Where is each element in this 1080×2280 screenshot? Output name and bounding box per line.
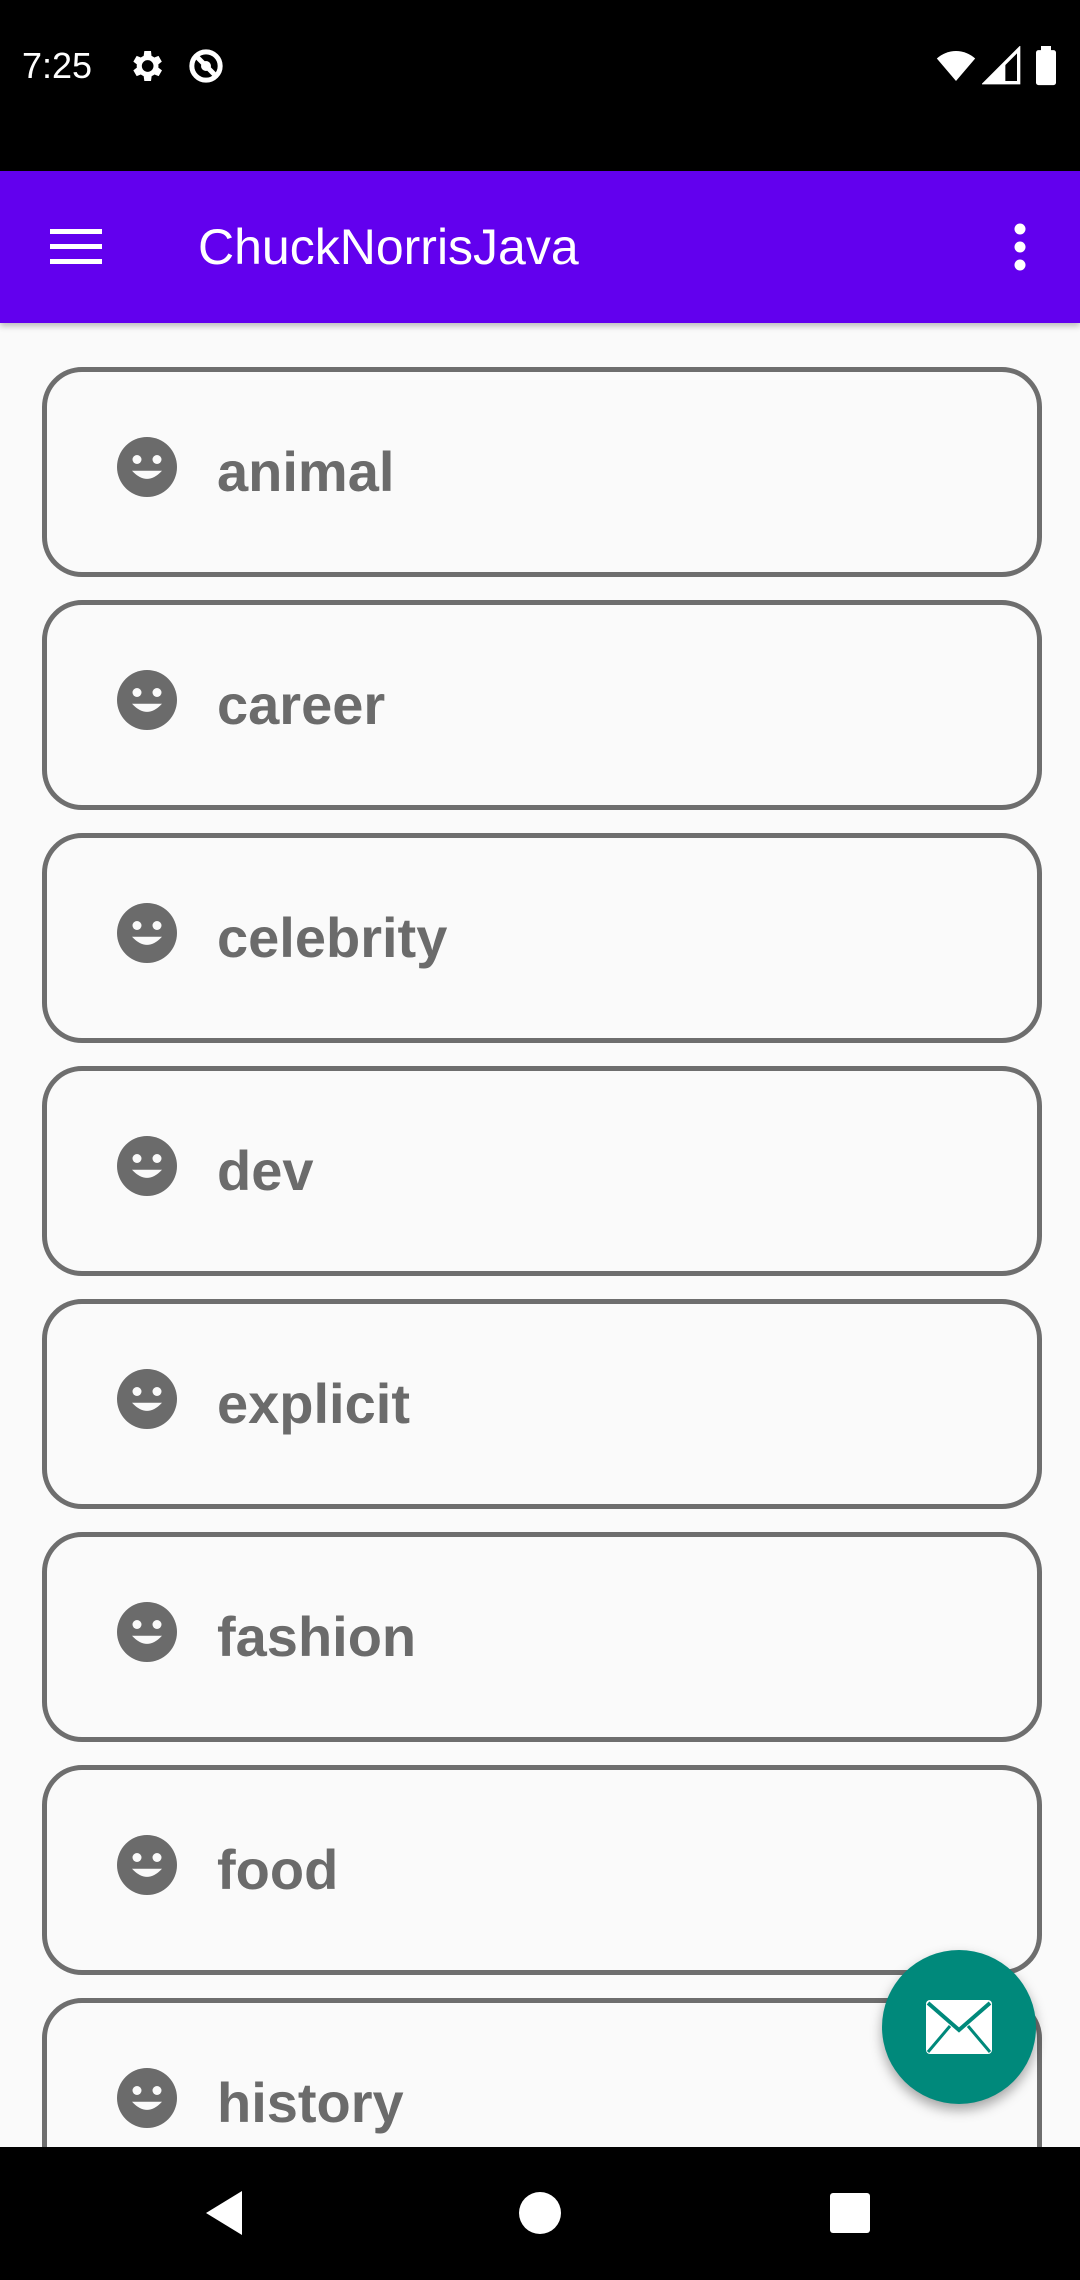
smiley-icon — [117, 1602, 177, 1662]
category-card-fashion[interactable]: fashion — [42, 1532, 1042, 1742]
data-saver-icon — [189, 49, 223, 83]
hamburger-menu-icon — [50, 229, 102, 264]
home-icon[interactable] — [500, 2173, 580, 2253]
category-label: history — [217, 2071, 404, 2134]
navigation-menu-button[interactable] — [40, 215, 112, 279]
system-navigation-bar — [0, 2147, 1080, 2280]
app-bar: ChuckNorrisJava — [0, 171, 1080, 323]
app-title: ChuckNorrisJava — [198, 219, 579, 275]
category-card-food[interactable]: food — [42, 1765, 1042, 1975]
category-label: explicit — [217, 1372, 410, 1435]
gear-icon — [133, 51, 162, 81]
smiley-icon — [117, 437, 177, 497]
smiley-icon — [117, 903, 177, 963]
category-card-dev[interactable]: dev — [42, 1066, 1042, 1276]
category-label: celebrity — [217, 906, 448, 969]
status-bar: 7:25 — [0, 0, 1080, 171]
overflow-menu-button[interactable] — [996, 215, 1044, 279]
category-list[interactable]: animal career celebrity dev explicit fas… — [0, 323, 1080, 2147]
smiley-icon — [117, 670, 177, 730]
category-card-animal[interactable]: animal — [42, 367, 1042, 577]
category-card-explicit[interactable]: explicit — [42, 1299, 1042, 1509]
more-vert-icon — [1014, 223, 1026, 271]
smiley-icon — [117, 1369, 177, 1429]
category-label: animal — [217, 440, 395, 503]
category-card-career[interactable]: career — [42, 600, 1042, 810]
back-icon[interactable] — [184, 2173, 264, 2253]
recents-icon[interactable] — [810, 2173, 890, 2253]
mail-fab-button[interactable] — [882, 1950, 1036, 2104]
category-label: food — [217, 1838, 339, 1901]
smiley-icon — [117, 1136, 177, 1196]
mail-icon — [926, 2000, 992, 2054]
battery-icon — [1036, 46, 1056, 86]
status-time: 7:25 — [22, 45, 93, 86]
smiley-icon — [117, 1835, 177, 1895]
category-label: career — [217, 673, 386, 736]
cellular-icon — [982, 46, 1021, 85]
smiley-icon — [117, 2068, 177, 2128]
category-label: dev — [217, 1139, 314, 1202]
category-card-celebrity[interactable]: celebrity — [42, 833, 1042, 1043]
category-label: fashion — [217, 1605, 417, 1668]
wifi-icon — [936, 51, 976, 81]
